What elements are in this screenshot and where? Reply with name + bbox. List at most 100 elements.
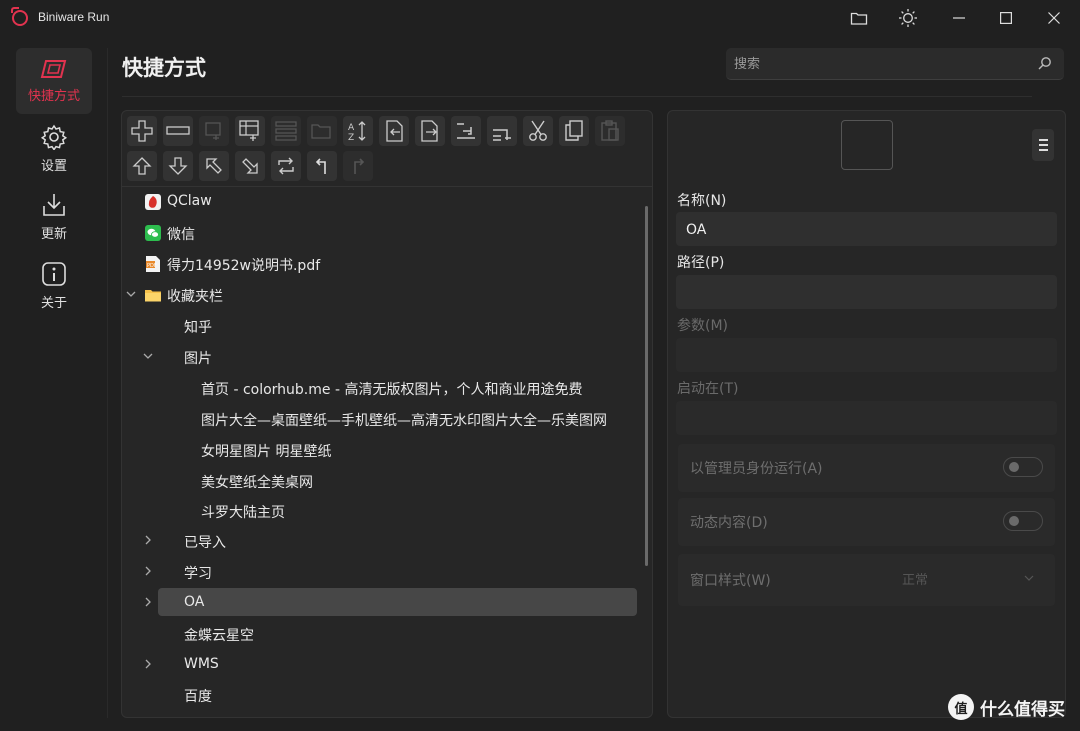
nav-item-settings[interactable]: 设置 bbox=[16, 116, 92, 182]
undo-icon bbox=[315, 158, 326, 174]
start-in-label: 启动在(T) bbox=[677, 381, 739, 397]
chevron-down-icon[interactable] bbox=[126, 289, 136, 299]
tree-item-label: WMS bbox=[184, 656, 219, 672]
paste-button[interactable] bbox=[595, 116, 625, 146]
tree-item-label: 已导入 bbox=[184, 535, 226, 551]
list-button[interactable] bbox=[271, 116, 301, 146]
add-folder-button[interactable] bbox=[199, 116, 229, 146]
path-label: 路径(P) bbox=[677, 255, 725, 271]
app-title: Biniware Run bbox=[38, 10, 110, 24]
undo-button[interactable] bbox=[307, 151, 337, 181]
list-icon bbox=[275, 121, 297, 141]
window-style-value: 正常 bbox=[902, 573, 929, 588]
window-style-row: 窗口样式(W) 正常 bbox=[678, 554, 1055, 606]
copy-button[interactable] bbox=[559, 116, 589, 146]
shortcuts-panel: AZ QClaw 微信 PDF 得力14952w说明书.pdf 收藏夹栏 知乎 … bbox=[121, 110, 653, 718]
tree-item[interactable]: PDF 得力14952w说明书.pdf bbox=[122, 249, 642, 279]
start-in-field[interactable] bbox=[676, 401, 1057, 435]
nav-label-shortcuts: 快捷方式 bbox=[27, 89, 80, 104]
tree-item[interactable]: 图片 bbox=[122, 342, 642, 372]
export-icon bbox=[421, 120, 438, 142]
nav-item-shortcuts[interactable]: 快捷方式 bbox=[16, 48, 92, 114]
tree-item-label: 百度 bbox=[184, 689, 212, 705]
watermark: 值 什么值得买 bbox=[948, 694, 1065, 720]
move-up-button[interactable] bbox=[127, 151, 157, 181]
header-divider bbox=[122, 96, 1032, 97]
import-button[interactable] bbox=[379, 116, 409, 146]
refresh-button[interactable] bbox=[271, 151, 301, 181]
tree-item[interactable]: 美女壁纸全美桌网 bbox=[122, 466, 642, 496]
tree-item[interactable]: 收藏夹栏 bbox=[122, 280, 642, 310]
nav-label-settings: 设置 bbox=[40, 159, 67, 174]
tree-item[interactable]: 知乎 bbox=[122, 311, 642, 341]
add-button[interactable] bbox=[127, 116, 157, 146]
add-separator-button[interactable] bbox=[235, 116, 265, 146]
tree-item-label: 图片大全—桌面壁纸—手机壁纸—高清无水印图片大全—乐美图网 bbox=[201, 413, 607, 429]
path-field[interactable] bbox=[684, 275, 1048, 311]
tree-item[interactable]: 已导入 bbox=[122, 526, 642, 556]
run-as-admin-row: 以管理员身份运行(A) bbox=[678, 444, 1055, 492]
chevron-right-icon[interactable] bbox=[143, 597, 153, 607]
nav-label-about: 关于 bbox=[40, 296, 67, 311]
name-field[interactable] bbox=[684, 212, 1048, 248]
toolbar: AZ bbox=[122, 111, 652, 187]
shortcut-tree: QClaw 微信 PDF 得力14952w说明书.pdf 收藏夹栏 知乎 图片 … bbox=[122, 187, 652, 717]
tree-item-selected[interactable]: OA bbox=[122, 588, 642, 618]
tree-item[interactable]: 斗罗大陆主页 bbox=[122, 496, 642, 526]
remove-icon bbox=[166, 126, 190, 135]
params-field[interactable] bbox=[676, 338, 1057, 372]
name-label: 名称(N) bbox=[677, 193, 727, 209]
tree-scrollbar[interactable] bbox=[645, 206, 648, 566]
chevron-right-icon[interactable] bbox=[143, 566, 153, 576]
shortcut-icon-preview[interactable] bbox=[841, 120, 893, 170]
svg-text:A: A bbox=[348, 123, 355, 133]
tree-item[interactable]: 学习 bbox=[122, 557, 642, 587]
chevron-down-icon[interactable] bbox=[143, 351, 153, 361]
run-as-admin-toggle[interactable] bbox=[1003, 457, 1043, 477]
chevron-down-icon bbox=[1024, 575, 1034, 581]
more-menu-button[interactable] bbox=[1032, 129, 1054, 161]
tree-item[interactable]: QClaw bbox=[122, 187, 642, 217]
tree-item[interactable]: 微信 bbox=[122, 218, 642, 248]
move-out-button[interactable] bbox=[235, 151, 265, 181]
remove-button[interactable] bbox=[163, 116, 193, 146]
search-input[interactable] bbox=[732, 48, 1036, 80]
tree-item-label: 图片 bbox=[184, 351, 212, 367]
tree-item-label: 美女壁纸全美桌网 bbox=[201, 475, 313, 491]
tree-item-label: 学习 bbox=[184, 566, 212, 582]
sort-icon: AZ bbox=[348, 121, 366, 142]
run-as-admin-label: 以管理员身份运行(A) bbox=[690, 461, 823, 477]
gear-icon bbox=[41, 124, 67, 150]
outdent-button[interactable] bbox=[487, 116, 517, 146]
add-folder-icon bbox=[205, 122, 221, 140]
maximize-button[interactable] bbox=[986, 4, 1026, 32]
tree-item-label: 斗罗大陆主页 bbox=[201, 505, 285, 521]
theme-sun-icon[interactable] bbox=[888, 4, 928, 32]
nav-item-about[interactable]: 关于 bbox=[16, 253, 92, 319]
minimize-button[interactable] bbox=[939, 4, 979, 32]
tree-item[interactable]: 图片大全—桌面壁纸—手机壁纸—高清无水印图片大全—乐美图网 bbox=[122, 404, 642, 434]
indent-button[interactable] bbox=[451, 116, 481, 146]
tree-item[interactable]: 首页 - colorhub.me - 高清无版权图片，个人和商业用途免费 bbox=[122, 373, 642, 403]
cut-button[interactable] bbox=[523, 116, 553, 146]
export-button[interactable] bbox=[415, 116, 445, 146]
shortcut-icon bbox=[40, 60, 67, 78]
redo-button[interactable] bbox=[343, 151, 373, 181]
chevron-right-icon[interactable] bbox=[143, 535, 153, 545]
cut-icon bbox=[529, 120, 547, 141]
move-down-button[interactable] bbox=[163, 151, 193, 181]
move-top-button[interactable] bbox=[199, 151, 229, 181]
sort-button[interactable]: AZ bbox=[343, 116, 373, 146]
chevron-right-icon[interactable] bbox=[143, 659, 153, 669]
search-icon[interactable] bbox=[1038, 56, 1052, 70]
window-style-select[interactable]: 正常 bbox=[886, 564, 1046, 592]
nav-item-update[interactable]: 更新 bbox=[16, 184, 92, 250]
tree-item[interactable]: 女明星图片 明星壁纸 bbox=[122, 435, 642, 465]
tree-item[interactable]: 金蝶云星空 bbox=[122, 619, 642, 649]
tree-item[interactable]: WMS bbox=[122, 650, 642, 680]
folder-icon[interactable] bbox=[839, 4, 879, 32]
open-folder-button[interactable] bbox=[307, 116, 337, 146]
dynamic-content-toggle[interactable] bbox=[1003, 511, 1043, 531]
tree-item[interactable]: 百度 bbox=[122, 680, 642, 710]
close-button[interactable] bbox=[1034, 4, 1074, 32]
